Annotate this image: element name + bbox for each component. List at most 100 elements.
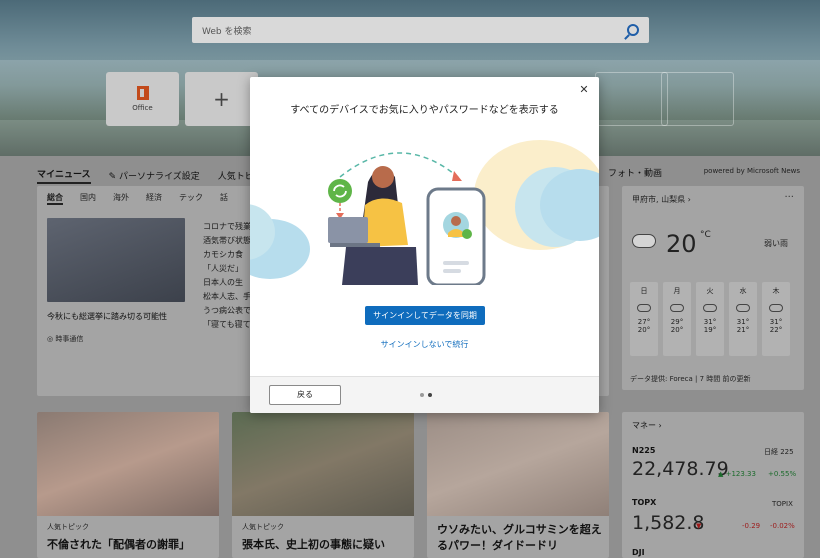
powered-by-label: powered by Microsoft News [703,167,800,175]
news-category-tabs: 総合 国内 海外 経済 テック 話 [47,192,245,205]
index-value: 1,582.8 [632,512,705,534]
search-icon[interactable] [627,24,639,36]
weather-unit: °C [700,230,711,240]
quick-link-empty[interactable] [661,72,734,126]
weather-forecast: 日 27° 20° 月 29° 20° 火 31° 19° 水 31° 21° 木 31° 22° [630,282,790,356]
index-full-name: 日経 225 [764,448,794,456]
forecast-day-name: 月 [673,287,681,295]
news-source-label: 時事通信 [55,335,84,343]
down-arrow-icon: ▼ [696,522,702,530]
news-source: ◎ 時事通信 [47,335,84,343]
sign-in-sync-button[interactable]: サインインしてデータを同期 [365,306,485,325]
more-options-icon[interactable]: ··· [784,192,794,203]
index-change-value: +123.33 [725,470,756,478]
office-icon [136,86,149,100]
forecast-low: 22° [769,326,783,334]
weather-card[interactable]: 甲府市, 山梨県 › ··· 20 °C 弱い雨 日 27° 20° 月 29° 20°… [622,186,804,390]
cloud-icon [637,304,651,312]
index-full-name: TOPIX [772,500,793,508]
dialog-footer: 戻る [250,376,599,413]
ad-card[interactable]: ウソみたい、グルコサミンを超えるパワー！ダイドードリ [427,412,609,558]
tab-economy[interactable]: 経済 [146,192,162,205]
index-change: -0.29 [742,522,761,530]
news-card-tag: 人気トピック [47,523,89,531]
headline-item[interactable]: 日本人の生 [203,276,251,290]
forecast-day-name: 木 [772,287,780,295]
tab-personalize-label: パーソナライズ設定 [118,171,200,182]
headline-item[interactable]: 「人災だ」 [203,262,251,276]
sync-illustration [250,137,599,285]
tab-popular[interactable]: 人気トピ [218,169,254,182]
forecast-day[interactable]: 木 31° 22° [762,282,790,356]
index-value: 22,478.79 [632,458,729,480]
tab-tech[interactable]: テック [179,192,203,205]
news-card[interactable]: 人気トピック 張本氏、史上初の事態に疑い [232,412,414,558]
dialog-title: すべてのデバイスでお気に入りやパスワードなどを表示する [290,105,559,116]
forecast-low: 20° [637,326,651,334]
headline-item[interactable]: 酒気帯び状態 [203,234,251,248]
forecast-high: 27° [637,318,651,326]
tab-overseas[interactable]: 海外 [113,192,129,205]
sync-dialog: すべてのデバイスでお気に入りやパスワードなどを表示する ✕ サインインしてデータ… [250,77,599,413]
tab-more[interactable]: 話 [220,192,228,205]
quick-link-label: Office [132,104,153,112]
headline-item[interactable]: コロナで残業 [203,220,251,234]
news-card-photo [232,412,414,516]
forecast-high: 31° [769,318,783,326]
partly-sunny-icon [769,304,783,312]
tab-domestic[interactable]: 国内 [80,192,96,205]
back-button[interactable]: 戻る [269,385,341,405]
cloud-icon [670,304,684,312]
weather-credit: データ提供: Foreca | 7 時間 前の更新 [630,375,751,383]
money-card[interactable]: マネー › N225 日経 225 22,478.79 ▲ +123.33 +0… [622,412,804,558]
headline-list: コロナで残業 酒気帯び状態 カモシカ食 「人災だ」 日本人の生 松本人志、手 う… [203,220,251,332]
ad-card-photo [427,412,609,516]
web-search-input[interactable]: Web を検索 [192,17,649,43]
tab-general[interactable]: 総合 [47,192,63,205]
page-dot [420,393,424,397]
plus-icon: + [213,87,230,111]
forecast-high: 31° [703,318,717,326]
headline-item[interactable]: 「寝ても寝て [203,318,251,332]
tab-photo-video[interactable]: フォト・動画 [608,166,662,179]
tab-personalize[interactable]: ✎ パーソナライズ設定 [109,169,200,182]
news-card-photo [37,412,219,516]
forecast-low: 19° [703,326,717,334]
lead-news-caption[interactable]: 今秋にも総選挙に踏み切る可能性 [47,311,167,322]
forecast-day-name: 日 [640,287,648,295]
headline-item[interactable]: うつ病公表で [203,304,251,318]
cloud-icon [703,304,717,312]
news-card-title: 不倫された「配偶者の謝罪」 [47,538,190,551]
lead-news-photo[interactable] [47,218,185,302]
close-icon[interactable]: ✕ [577,83,591,97]
weather-temperature: 20 [666,230,697,258]
index-name: DJI [632,548,645,557]
forecast-day-name: 水 [739,287,747,295]
weather-location[interactable]: 甲府市, 山梨県 › [632,194,691,205]
index-percent: -0.02% [770,522,795,530]
search-placeholder: Web を検索 [202,26,252,37]
add-quick-link-button[interactable]: + [185,72,258,126]
forecast-day[interactable]: 日 27° 20° [630,282,658,356]
quick-link-office[interactable]: Office [106,72,179,126]
headline-item[interactable]: 松本人志、手 [203,290,251,304]
forecast-high: 29° [670,318,684,326]
forecast-high: 31° [736,318,750,326]
forecast-day[interactable]: 水 31° 21° [729,282,757,356]
weather-location-label: 甲府市, 山梨県 [632,195,686,204]
continue-without-sign-in-link[interactable]: サインインしないで続行 [250,339,599,350]
forecast-day[interactable]: 月 29° 20° [663,282,691,356]
forecast-low: 20° [670,326,684,334]
quick-link-empty[interactable] [595,72,668,126]
index-name: TOPX [632,498,657,507]
illustration-svg [250,140,599,285]
forecast-day-name: 火 [706,287,714,295]
tab-my-news[interactable]: マイニュース [37,167,91,184]
forecast-day[interactable]: 火 31° 19° [696,282,724,356]
headline-item[interactable]: カモシカ食 [203,248,251,262]
index-change: ▲ +123.33 [718,470,756,478]
news-card[interactable]: 人気トピック 不倫された「配偶者の謝罪」 [37,412,219,558]
money-title-label: マネー [632,421,656,430]
money-title[interactable]: マネー › [632,420,662,431]
rain-cloud-icon [632,234,656,248]
